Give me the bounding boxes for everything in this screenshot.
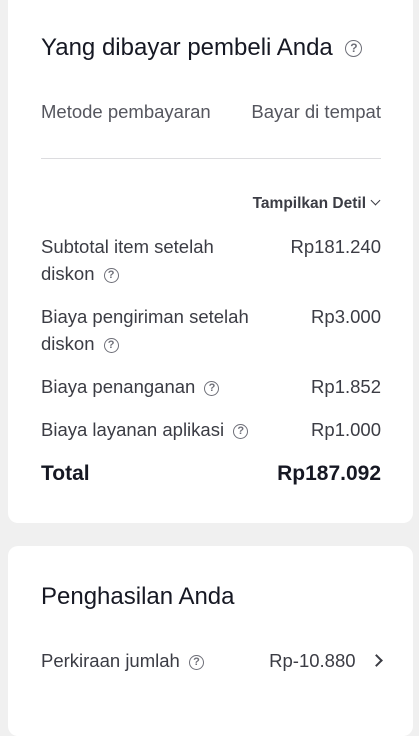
app-service-fee-label-text: Biaya layanan aplikasi (41, 419, 225, 440)
shipping-fee-label: Biaya pengiriman setelah diskon ? (41, 303, 291, 357)
help-circle-icon[interactable]: ? (204, 380, 220, 396)
handling-fee-label: Biaya penanganan ? (41, 373, 220, 400)
buyer-payment-title-text: Yang dibayar pembeli Anda (41, 34, 333, 61)
divider (41, 158, 381, 159)
shipping-fee-value: Rp3.000 (311, 306, 381, 327)
buyer-payment-card: Yang dibayar pembeli Anda ? Metode pemba… (8, 0, 413, 523)
shipping-fee-label-line2-row: diskon ? (41, 330, 291, 357)
estimated-amount-row[interactable]: Rp-10.880 (269, 647, 383, 674)
subtotal-value: Rp181.240 (290, 236, 381, 257)
subtotal-label-line2-row: diskon ? (41, 260, 281, 287)
handling-fee-value: Rp1.852 (311, 376, 381, 397)
show-details-label: Tampilkan Detil (252, 195, 366, 212)
app-service-fee-label: Biaya layanan aplikasi ? (41, 416, 249, 443)
payment-method-value: Bayar di tempat (251, 101, 381, 122)
help-circle-icon[interactable]: ? (345, 40, 363, 57)
earnings-card: Penghasilan Anda Perkiraan jumlah ? Rp-1… (8, 546, 413, 736)
buyer-payment-title: Yang dibayar pembeli Anda ? (41, 34, 363, 62)
chevron-down-icon (370, 195, 381, 206)
total-label: Total (41, 462, 90, 485)
app-service-fee-value: Rp1.000 (311, 419, 381, 440)
show-details-toggle[interactable]: Tampilkan Detil (252, 195, 381, 213)
shipping-fee-label-line2: diskon (41, 333, 95, 354)
handling-fee-label-text: Biaya penanganan (41, 376, 196, 397)
help-circle-icon[interactable]: ? (103, 267, 119, 283)
chevron-right-icon (370, 654, 383, 667)
help-circle-icon[interactable]: ? (233, 423, 249, 439)
estimated-amount-label: Perkiraan jumlah ? (41, 647, 204, 674)
estimated-amount-value: Rp-10.880 (269, 650, 356, 671)
help-circle-icon[interactable]: ? (188, 654, 204, 670)
subtotal-label-line1: Subtotal item setelah (41, 236, 214, 257)
total-value: Rp187.092 (277, 462, 381, 485)
payment-method-label: Metode pembayaran (41, 101, 211, 122)
help-circle-icon[interactable]: ? (103, 337, 119, 353)
subtotal-label-line2: diskon (41, 263, 95, 284)
estimated-amount-label-text: Perkiraan jumlah (41, 650, 180, 671)
shipping-fee-label-line1: Biaya pengiriman setelah (41, 306, 249, 327)
earnings-title: Penghasilan Anda (41, 583, 235, 610)
subtotal-label: Subtotal item setelah diskon ? (41, 233, 281, 287)
